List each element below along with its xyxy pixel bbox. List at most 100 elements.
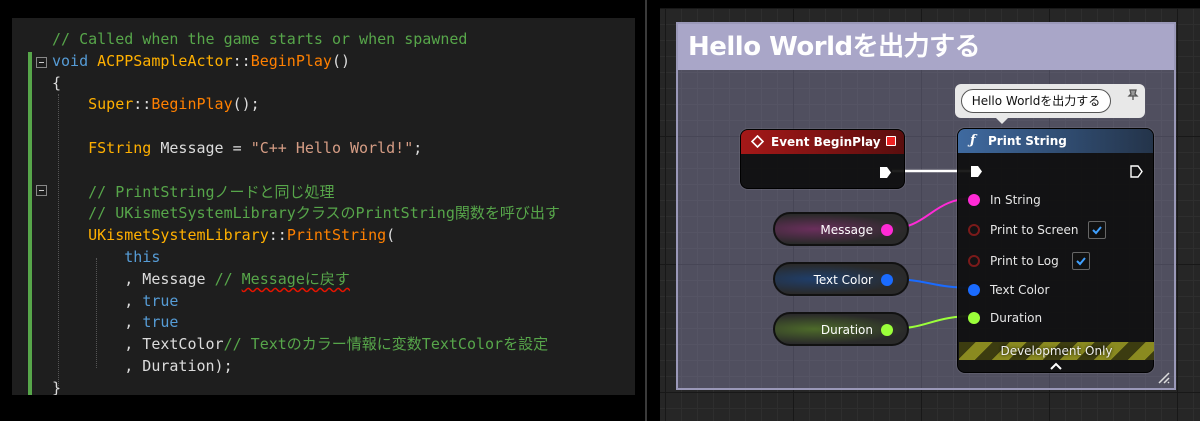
development-only-label: Development Only — [1000, 344, 1113, 358]
change-indicator-bar — [28, 52, 32, 395]
code-token: { — [52, 73, 62, 92]
print-string-node[interactable]: ƒ Print String In String Print to Screen… — [957, 128, 1154, 373]
variable-out-pin[interactable] — [881, 224, 893, 236]
code-token: (); — [232, 95, 260, 114]
code-token: , — [52, 313, 143, 332]
comment-header[interactable]: Hello Worldを出力する — [678, 24, 1174, 70]
code-token: // UKismetSystemLibraryクラスのPrintString関数… — [52, 204, 560, 223]
variable-out-pin[interactable] — [881, 324, 893, 336]
code-line[interactable]: , true — [52, 290, 178, 312]
development-only-banner: Development Only — [959, 342, 1154, 360]
code-token: PrintString — [286, 226, 387, 245]
exec-out-pin-icon[interactable] — [1130, 165, 1143, 178]
check-icon — [1092, 226, 1102, 235]
pin-print-to-log-dot[interactable] — [968, 255, 980, 267]
code-token: Super — [88, 95, 134, 114]
code-token: UKismetSystemLibrary — [88, 226, 269, 245]
pin-text-color-dot[interactable] — [968, 284, 980, 296]
code-token: :: — [232, 51, 251, 70]
exec-out-pin-icon[interactable] — [879, 166, 892, 179]
code-token: ( — [386, 226, 396, 245]
pin-print-to-screen[interactable]: Print to Screen — [968, 221, 1118, 239]
variable-duration-node[interactable]: Duration — [773, 312, 909, 346]
code-line[interactable]: , Duration); — [52, 355, 233, 377]
code-line[interactable]: , Message // Messageに戻す — [52, 268, 350, 290]
code-token: :: — [133, 95, 152, 114]
code-token: :: — [268, 226, 287, 245]
pin-label: Print to Screen — [990, 223, 1079, 237]
pin-print-to-screen-dot[interactable] — [968, 224, 980, 236]
code-token: , TextColor — [52, 335, 224, 354]
delegate-pin-icon[interactable] — [886, 136, 896, 146]
variable-label: Message — [820, 223, 873, 237]
event-beginplay-node[interactable]: Event BeginPlay — [740, 129, 905, 189]
code-token: Messageに戻す — [241, 269, 350, 288]
fold-toggle-icon[interactable] — [36, 185, 47, 196]
print-node-title: Print String — [988, 134, 1067, 148]
code-token: , Duration); — [52, 357, 233, 375]
pin-label: Print to Log — [990, 254, 1059, 268]
check-icon — [1076, 257, 1086, 266]
code-token: // Textのカラー情報に変数TextColorを設定 — [223, 335, 549, 354]
variable-label: Duration — [820, 323, 873, 337]
code-token: this — [124, 248, 161, 266]
code-token: // — [214, 269, 242, 288]
code-editor[interactable]: // Called when the game starts or when s… — [12, 18, 635, 395]
code-token: , Message — [52, 269, 215, 288]
pin-label: In String — [990, 193, 1041, 207]
resize-handle-icon[interactable] — [1156, 370, 1170, 384]
code-token: // Called when the game starts or when s… — [52, 30, 468, 48]
variable-message-node[interactable]: Message — [773, 212, 909, 246]
chevron-up-icon[interactable] — [1049, 361, 1063, 371]
code-token: true — [142, 291, 179, 310]
code-token: } — [52, 378, 62, 395]
event-node-title: Event BeginPlay — [771, 135, 881, 149]
code-line[interactable]: // UKismetSystemLibraryクラスのPrintString関数… — [52, 202, 560, 224]
variable-label: Text Color — [813, 273, 873, 287]
blueprint-graph[interactable]: Hello Worldを出力する Event BeginPlay Hello W… — [660, 8, 1200, 421]
code-token: true — [142, 313, 179, 332]
code-line[interactable]: // PrintStringノードと同じ処理 — [52, 181, 335, 203]
code-line[interactable]: // Called when the game starts or when s… — [52, 28, 467, 50]
code-line[interactable]: FString Message = "C++ Hello World!"; — [52, 137, 422, 159]
code-line[interactable]: Super::BeginPlay(); — [52, 93, 260, 115]
event-icon — [751, 135, 764, 148]
pin-in-string-dot[interactable] — [968, 194, 980, 206]
variable-out-pin[interactable] — [881, 274, 893, 286]
code-line[interactable]: void ACPPSampleActor::BeginPlay() — [52, 50, 350, 72]
code-token: BeginPlay — [151, 95, 233, 114]
comment-title: Hello Worldを出力する — [688, 32, 981, 62]
code-line[interactable]: } — [52, 377, 61, 395]
exec-in-pin-icon[interactable] — [970, 165, 983, 178]
function-icon: ƒ — [970, 133, 976, 148]
code-token: // PrintStringノードと同じ処理 — [52, 182, 335, 201]
code-token: BeginPlay — [250, 51, 332, 70]
code-line[interactable]: , true — [52, 311, 178, 333]
panel-divider — [645, 0, 647, 421]
pin-icon[interactable] — [1127, 88, 1139, 100]
code-token: Message = — [151, 139, 251, 157]
code-token: () — [331, 51, 351, 70]
node-comment-bubble[interactable]: Hello Worldを出力する — [955, 84, 1145, 124]
code-line[interactable]: this — [52, 246, 160, 268]
code-line[interactable]: UKismetSystemLibrary::PrintString( — [52, 224, 395, 246]
code-line[interactable]: , TextColor// Textのカラー情報に変数TextColorを設定 — [52, 333, 548, 355]
code-line[interactable]: { — [52, 72, 61, 94]
code-token: ACPPSampleActor — [97, 51, 233, 70]
bubble-tail — [995, 117, 1009, 124]
print-to-log-checkbox[interactable] — [1072, 252, 1090, 270]
code-token: void — [52, 51, 89, 70]
pin-duration-dot[interactable] — [968, 312, 980, 324]
code-token: FString — [88, 139, 152, 157]
pin-label: Text Color — [990, 283, 1050, 297]
print-to-screen-checkbox[interactable] — [1088, 221, 1106, 239]
pin-print-to-log[interactable]: Print to Log — [968, 252, 1118, 270]
code-token: ; — [413, 139, 423, 157]
fold-toggle-icon[interactable] — [36, 57, 47, 68]
variable-text-color-node[interactable]: Text Color — [773, 262, 909, 296]
